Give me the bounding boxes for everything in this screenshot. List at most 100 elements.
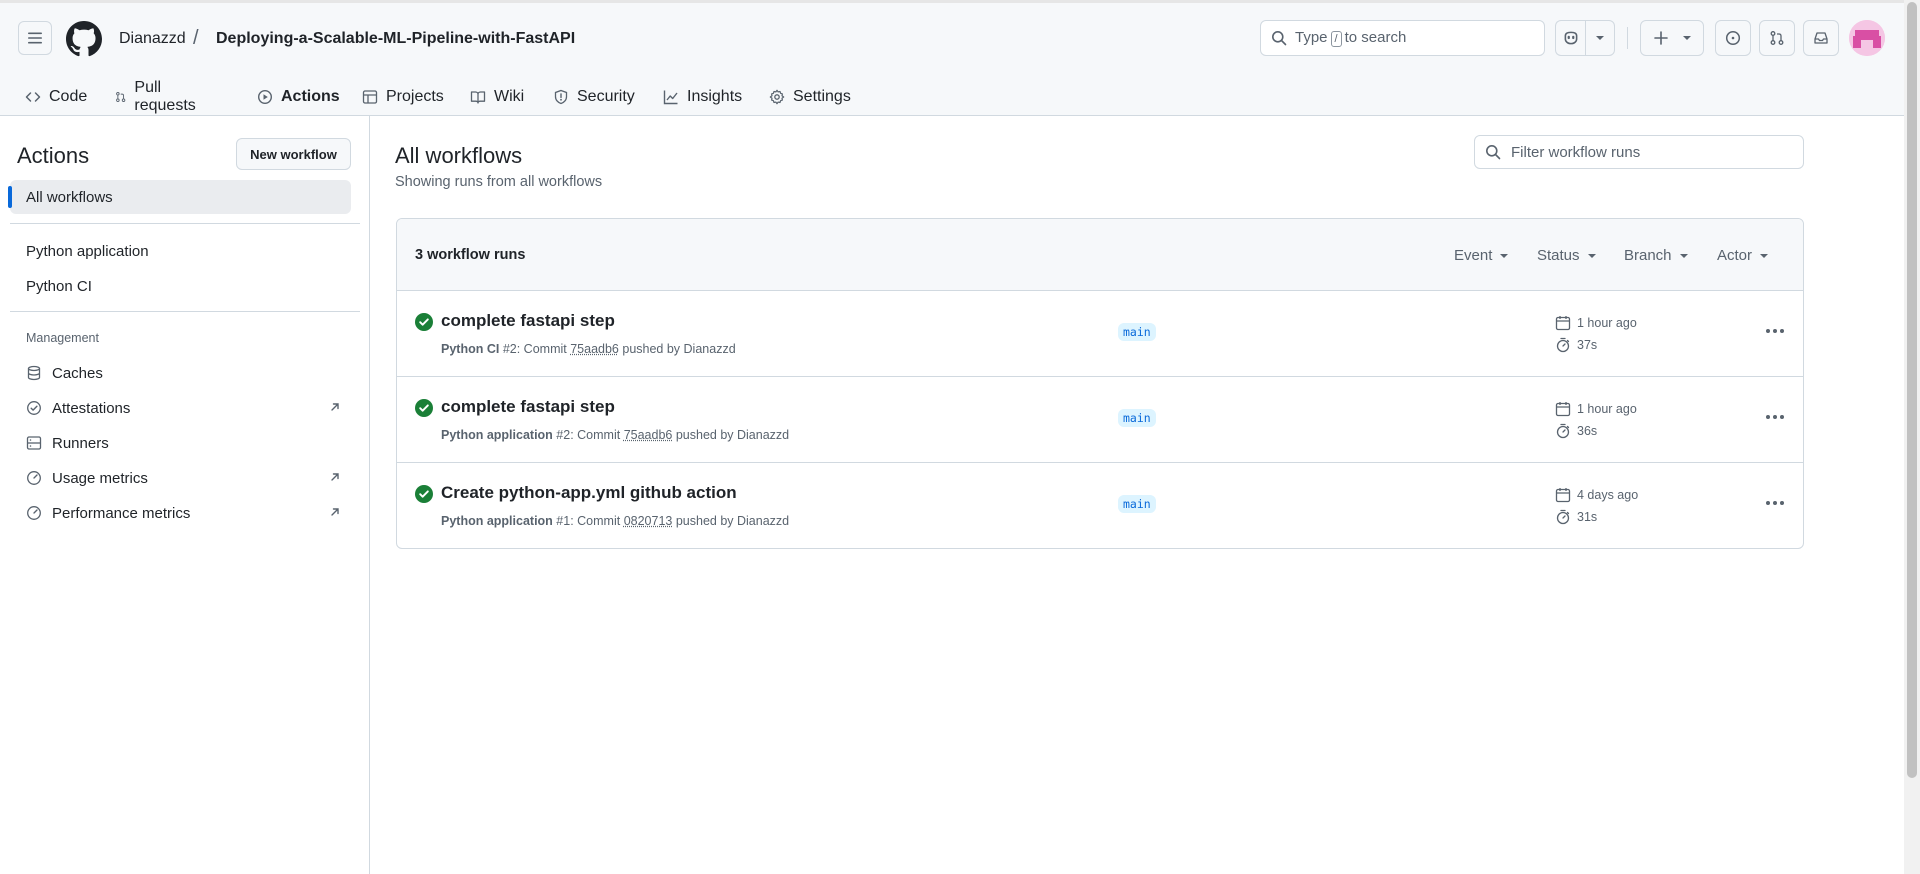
header-divider xyxy=(1627,27,1628,49)
sidebar-item-attestations[interactable]: Attestations xyxy=(10,391,351,425)
issue-opened-icon xyxy=(1725,30,1741,46)
calendar-icon xyxy=(1555,316,1571,331)
sidebar-item-runners[interactable]: Runners xyxy=(10,426,351,460)
filter-label: Branch xyxy=(1624,247,1672,264)
commit-sha-link[interactable]: 0820713 xyxy=(624,514,673,528)
run-title-link[interactable]: Create python-app.yml github action xyxy=(441,483,737,503)
tab-label: Code xyxy=(49,88,88,105)
database-icon xyxy=(27,365,41,381)
sidebar-title: Actions xyxy=(17,143,90,168)
meter-icon xyxy=(27,471,41,485)
sidebar-item-all-workflows[interactable]: All workflows xyxy=(8,180,351,214)
runs-list-header: 3 workflow runs Event Status Branch Acto… xyxy=(397,219,1803,291)
page-scrollbar[interactable] xyxy=(1904,0,1920,874)
branch-badge[interactable]: main xyxy=(1118,323,1156,341)
book-icon xyxy=(470,91,486,104)
tab-label: Settings xyxy=(793,88,851,105)
play-icon xyxy=(257,89,273,105)
chevron-down-icon xyxy=(1760,253,1769,258)
tab-projects[interactable]: Projects xyxy=(354,75,452,119)
tab-label: Insights xyxy=(687,88,743,105)
status-filter-dropdown[interactable]: Status xyxy=(1537,247,1596,264)
issues-button[interactable] xyxy=(1715,20,1751,56)
sidebar-item-label: Performance metrics xyxy=(52,504,191,522)
inbox-button[interactable] xyxy=(1803,20,1839,56)
event-filter-dropdown[interactable]: Event xyxy=(1454,247,1509,264)
table-row[interactable]: complete fastapi step Python CI #2: Comm… xyxy=(397,291,1803,377)
sidebar-divider xyxy=(10,311,360,312)
filter-label: Status xyxy=(1537,247,1580,264)
run-date: 1 hour ago xyxy=(1555,315,1637,331)
kebab-horizontal-icon[interactable] xyxy=(1761,407,1789,427)
run-meta: Python application #2: Commit 75aadb6 pu… xyxy=(441,428,790,442)
sidebar-item-performance-metrics[interactable]: Performance metrics xyxy=(10,496,351,530)
check-circle-fill-icon xyxy=(415,485,433,503)
tab-label: Actions xyxy=(281,88,340,105)
github-logo-icon[interactable] xyxy=(66,21,102,57)
calendar-icon xyxy=(1555,402,1571,417)
filter-label: Actor xyxy=(1717,247,1753,264)
run-title-link[interactable]: complete fastapi step xyxy=(441,311,615,331)
sidebar-item-python-ci[interactable]: Python CI xyxy=(10,269,351,303)
tab-actions[interactable]: Actions xyxy=(249,75,348,120)
sidebar-item-caches[interactable]: Caches xyxy=(10,356,351,390)
tab-security[interactable]: Security xyxy=(545,75,643,119)
commit-sha-link[interactable]: 75aadb6 xyxy=(570,342,619,356)
sidebar-divider xyxy=(10,223,360,224)
run-duration: 37s xyxy=(1555,337,1597,353)
repo-name-link[interactable]: Deploying-a-Scalable-ML-Pipeline-with-Fa… xyxy=(216,30,575,48)
user-avatar[interactable] xyxy=(1849,20,1885,56)
stopwatch-icon xyxy=(1556,337,1570,353)
chevron-down-icon xyxy=(1587,253,1596,258)
scrollbar-thumb[interactable] xyxy=(1907,2,1917,778)
actor-filter-dropdown[interactable]: Actor xyxy=(1717,247,1769,264)
kebab-horizontal-icon[interactable] xyxy=(1761,493,1789,513)
chevron-down-icon xyxy=(1683,36,1691,40)
filter-placeholder: Filter workflow runs xyxy=(1511,143,1641,161)
filter-runs-input[interactable]: Filter workflow runs xyxy=(1474,135,1804,169)
search-shortcut-key: / xyxy=(1330,31,1342,47)
run-date: 4 days ago xyxy=(1555,487,1638,503)
repo-owner-link[interactable]: Dianazzd xyxy=(119,30,186,48)
run-title-link[interactable]: complete fastapi step xyxy=(441,397,615,417)
branch-badge[interactable]: main xyxy=(1118,409,1156,427)
arrow-up-right-icon xyxy=(331,508,339,516)
pull-requests-button[interactable] xyxy=(1759,20,1795,56)
tab-code[interactable]: Code xyxy=(17,75,95,119)
management-heading: Management xyxy=(26,331,99,345)
create-new-button[interactable] xyxy=(1640,20,1704,56)
tab-insights[interactable]: Insights xyxy=(655,75,750,119)
global-header: Dianazzd / Deploying-a-Scalable-ML-Pipel… xyxy=(0,0,1904,120)
kebab-horizontal-icon[interactable] xyxy=(1761,321,1789,341)
inbox-icon xyxy=(1814,32,1828,44)
branch-badge[interactable]: main xyxy=(1118,495,1156,513)
stopwatch-icon xyxy=(1556,509,1570,525)
search-icon xyxy=(1272,31,1287,46)
copilot-menu-button[interactable] xyxy=(1585,20,1615,56)
search-input[interactable]: Type / to search xyxy=(1260,20,1545,56)
arrow-up-right-icon xyxy=(331,403,339,411)
new-workflow-button[interactable]: New workflow xyxy=(236,138,351,170)
copilot-icon xyxy=(1564,31,1577,45)
run-date: 1 hour ago xyxy=(1555,401,1637,417)
hamburger-icon xyxy=(28,32,42,44)
sidebar-item-usage-metrics[interactable]: Usage metrics xyxy=(10,461,351,495)
page-title: All workflows xyxy=(395,143,523,168)
table-row[interactable]: complete fastapi step Python application… xyxy=(397,377,1803,463)
branch-filter-dropdown[interactable]: Branch xyxy=(1624,247,1688,264)
sidebar-item-label: All workflows xyxy=(26,188,113,206)
tab-wiki[interactable]: Wiki xyxy=(462,75,532,119)
copilot-button[interactable] xyxy=(1555,20,1585,56)
sidebar-item-label: Runners xyxy=(52,434,109,452)
sidebar-item-python-application[interactable]: Python application xyxy=(10,234,351,268)
tab-pull-requests[interactable]: Pull requests xyxy=(107,75,208,119)
git-pull-request-icon xyxy=(1770,31,1784,45)
menu-button[interactable] xyxy=(18,21,52,55)
runs-count: 3 workflow runs xyxy=(415,247,526,263)
sidebar-item-label: Attestations xyxy=(52,399,131,417)
chevron-down-icon xyxy=(1596,36,1604,40)
commit-sha-link[interactable]: 75aadb6 xyxy=(624,428,673,442)
stopwatch-icon xyxy=(1556,423,1570,439)
table-row[interactable]: Create python-app.yml github action Pyth… xyxy=(397,463,1803,548)
tab-settings[interactable]: Settings xyxy=(761,75,859,119)
